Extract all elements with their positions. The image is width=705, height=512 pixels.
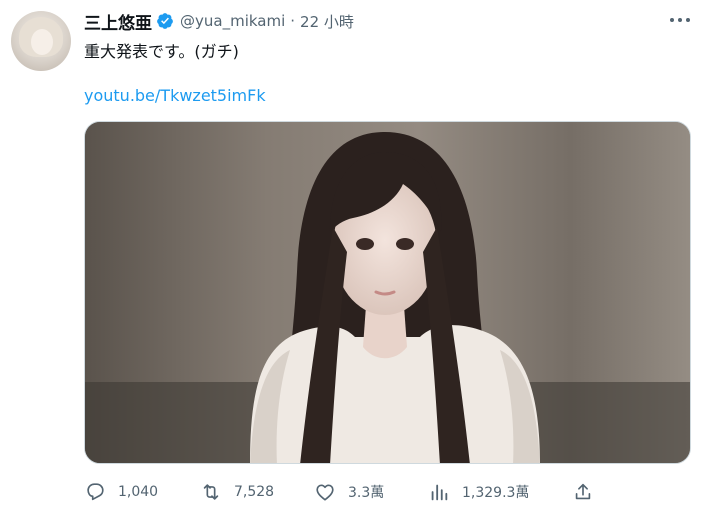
tweet-header: 三上悠亜 @yua_mikami · 22 小時 — [84, 9, 705, 34]
tweet-link[interactable]: youtu.be/Tkwzet5imFk — [84, 86, 266, 105]
retweet-icon — [203, 484, 219, 500]
avatar-face — [31, 29, 53, 55]
like-button[interactable]: 3.3萬 — [314, 478, 384, 506]
retweet-count: 7,528 — [234, 484, 275, 500]
avatar[interactable] — [11, 11, 71, 71]
more-dot — [678, 18, 682, 22]
reply-button[interactable]: 1,040 — [84, 478, 158, 506]
heart-icon — [316, 484, 334, 501]
more-dot — [670, 18, 674, 22]
author-name[interactable]: 三上悠亜 — [84, 9, 152, 34]
more-options-icon[interactable] — [667, 10, 693, 30]
retweet-button[interactable]: 7,528 — [200, 478, 274, 506]
more-dot — [686, 18, 690, 22]
tweet-timestamp[interactable]: 22 小時 — [300, 11, 354, 32]
tweet-actions: 1,040 7,528 3.3萬 1,329.3萬 — [84, 478, 604, 506]
share-icon — [575, 483, 591, 500]
views-button[interactable]: 1,329.3萬 — [428, 478, 529, 506]
photo-illustration — [85, 122, 690, 463]
verified-badge-icon — [157, 13, 173, 29]
reply-count: 1,040 — [118, 484, 159, 500]
views-count: 1,329.3萬 — [462, 485, 530, 501]
share-button[interactable] — [572, 478, 594, 506]
like-count: 3.3萬 — [348, 485, 385, 501]
views-chart-icon — [431, 484, 448, 501]
separator-dot: · — [290, 12, 296, 30]
author-handle[interactable]: @yua_mikami — [180, 12, 285, 30]
tweet-media-photo[interactable] — [84, 121, 691, 464]
tweet-text: 重大発表です。(ガチ) — [84, 42, 239, 61]
reply-icon — [87, 483, 104, 501]
